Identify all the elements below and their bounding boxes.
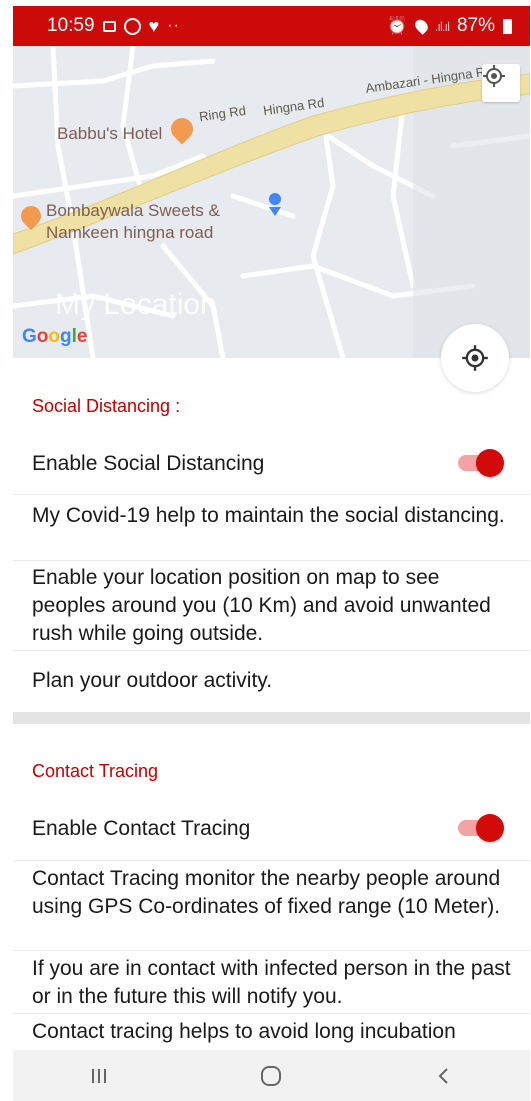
enable-contact-tracing-label: Enable Contact Tracing [32,817,251,840]
toggle-thumb [476,449,504,477]
social-distancing-desc: My Covid-19 help to maintain the social … [32,504,505,527]
google-logo: Google [22,326,88,347]
section-separator [13,712,530,724]
back-button[interactable] [414,1056,474,1096]
heart-icon: ♥ [148,16,160,36]
system-nav-bar [13,1050,530,1101]
gallery-icon [102,20,116,32]
crosshair-icon [462,345,488,371]
map-my-location-button[interactable] [482,64,520,102]
my-location-fab[interactable] [441,324,509,392]
contact-tracing-toggle[interactable] [458,814,504,842]
map-place-label: Bombaywala Sweets & [46,201,220,220]
enable-social-distancing-label: Enable Social Distancing [32,452,265,475]
contact-tracing-desc: Contact tracing helps to avoid long incu… [32,1020,456,1043]
screen: 10:59 ♥ ·· ⏰ .ıl.ıl 87% Ring Rd Hingna R… [0,0,531,1101]
recents-icon [92,1068,107,1083]
whatsapp-icon [123,17,141,35]
divider [13,494,530,495]
contact-tracing-title: Contact Tracing [32,761,159,781]
status-bar: 10:59 ♥ ·· ⏰ .ıl.ıl 87% [13,6,530,46]
toggle-thumb [476,814,504,842]
battery-icon [503,18,512,34]
home-button[interactable] [241,1056,301,1096]
social-distancing-toggle[interactable] [458,449,504,477]
back-icon [438,1067,448,1084]
battery-percent: 87% [456,15,495,36]
contact-tracing-desc: Contact Tracing monitor the nearby peopl… [32,867,501,918]
divider [13,1013,530,1014]
social-distancing-desc: Enable your location position on map to … [32,566,491,645]
recent-apps-button[interactable] [69,1056,129,1096]
social-distancing-desc: Plan your outdoor activity. [32,669,273,692]
more-notifications-icon: ·· [167,17,180,34]
contact-tracing-desc: If you are in contact with infected pers… [32,957,511,1008]
divider [13,860,530,861]
crosshair-icon [483,65,505,87]
divider [13,650,530,651]
location-icon [412,17,431,35]
signal-icon: .ıl.ıl [434,18,450,34]
home-icon [261,1065,282,1086]
my-location-label: My Location [55,288,217,321]
divider [13,560,530,561]
map-place-label: Babbu's Hotel [57,124,163,143]
alarm-icon: ⏰ [386,16,408,35]
map-view[interactable]: Ring Rd Hingna Rd Ambazari - Hingna Rd B… [13,46,530,358]
status-time: 10:59 [47,15,95,36]
status-left: 10:59 ♥ ·· [47,15,180,37]
status-right: ⏰ .ıl.ıl 87% [387,15,512,37]
social-distancing-title: Social Distancing : [32,396,181,416]
divider [13,950,530,951]
map-place-label: Namkeen hingna road [46,223,214,242]
